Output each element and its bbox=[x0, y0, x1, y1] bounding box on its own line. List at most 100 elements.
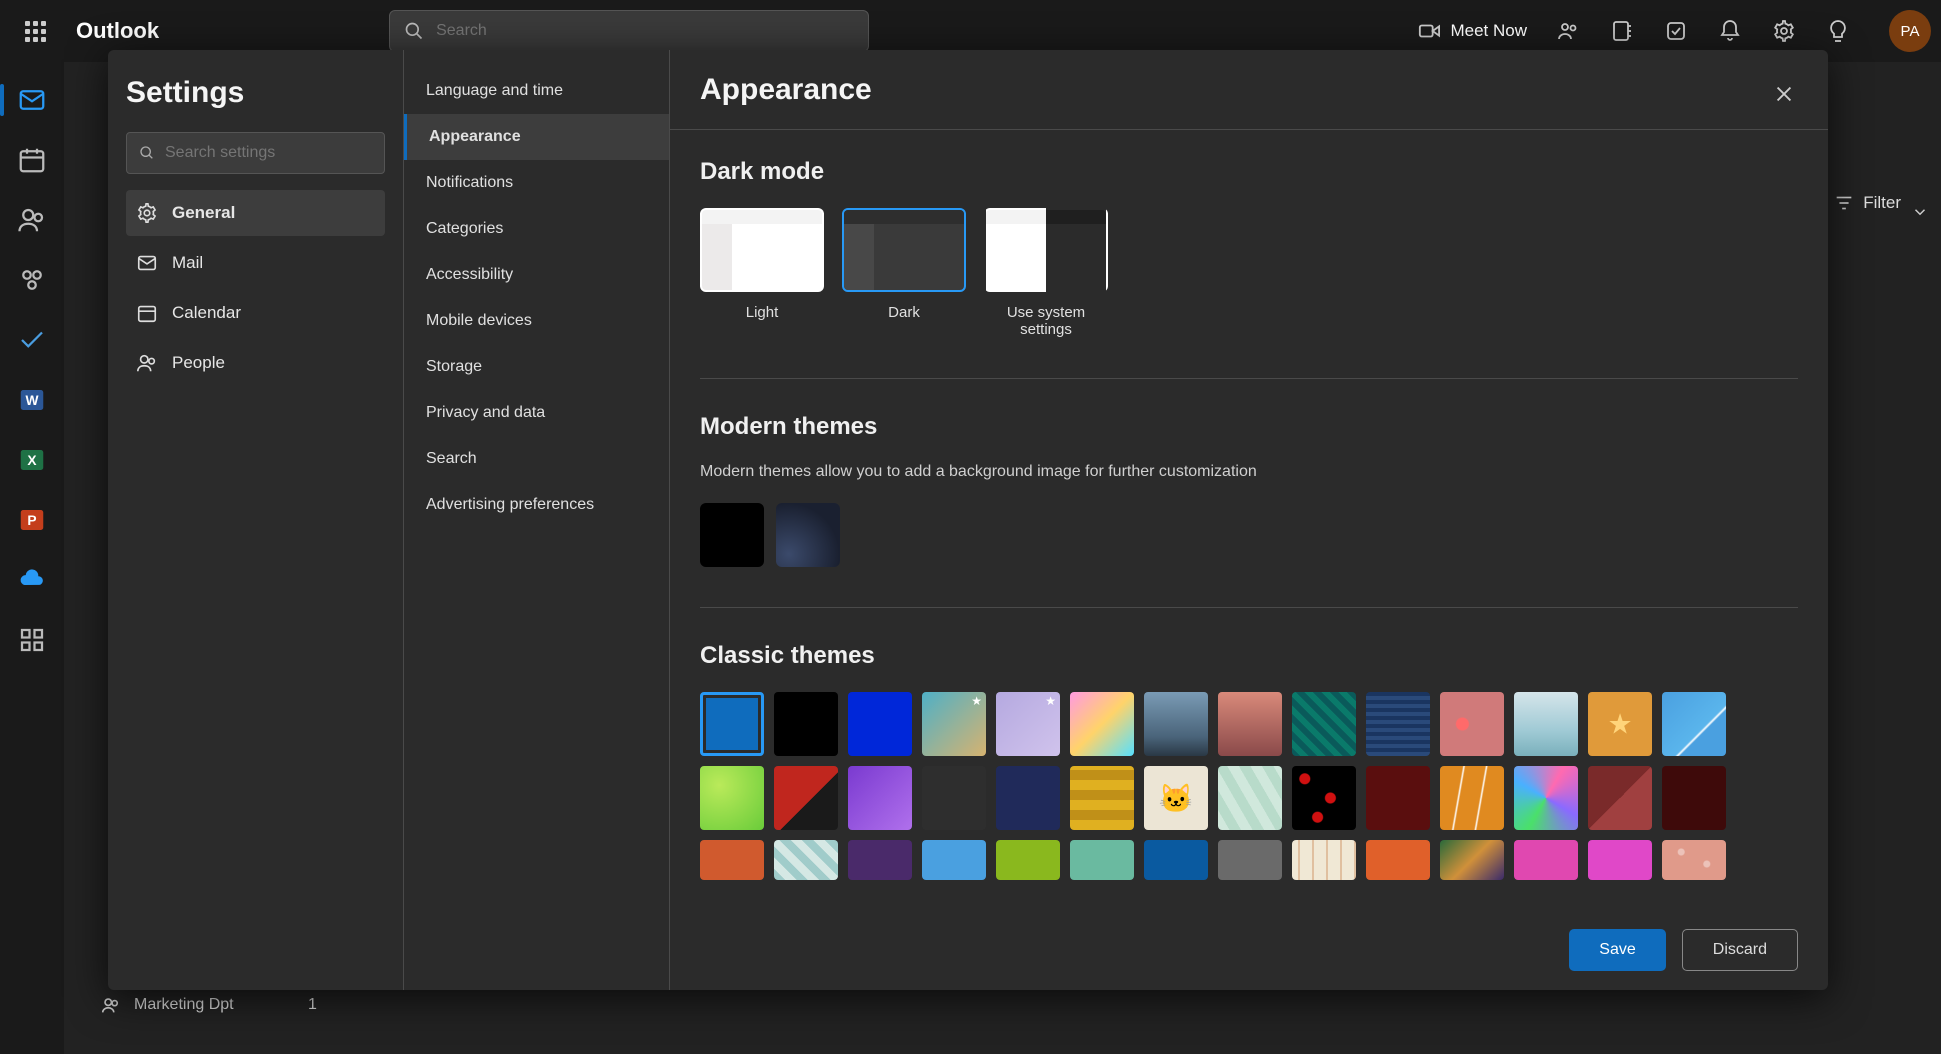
teams-icon[interactable] bbox=[1555, 18, 1581, 44]
classic-theme[interactable] bbox=[1588, 692, 1652, 756]
classic-theme[interactable] bbox=[774, 766, 838, 830]
classic-theme[interactable] bbox=[848, 766, 912, 830]
classic-theme[interactable] bbox=[1440, 692, 1504, 756]
global-search[interactable] bbox=[389, 10, 869, 52]
app-rail: W X P bbox=[0, 62, 64, 1054]
avatar[interactable]: PA bbox=[1889, 10, 1931, 52]
classic-theme[interactable] bbox=[996, 840, 1060, 880]
classic-theme[interactable] bbox=[996, 692, 1060, 756]
classic-theme[interactable] bbox=[1514, 692, 1578, 756]
classic-theme[interactable] bbox=[922, 840, 986, 880]
modern-theme-wave[interactable] bbox=[776, 503, 840, 567]
classic-theme[interactable] bbox=[1662, 766, 1726, 830]
settings-icon[interactable] bbox=[1771, 18, 1797, 44]
classic-theme[interactable] bbox=[1366, 840, 1430, 880]
rail-mail[interactable] bbox=[0, 70, 64, 130]
subnav-privacy-data[interactable]: Privacy and data bbox=[404, 390, 669, 436]
todo-icon[interactable] bbox=[1663, 18, 1689, 44]
settings-search-input[interactable] bbox=[165, 144, 372, 162]
classic-theme[interactable] bbox=[1218, 766, 1282, 830]
classic-theme[interactable] bbox=[922, 692, 986, 756]
classic-theme[interactable] bbox=[1292, 692, 1356, 756]
subnav-search[interactable]: Search bbox=[404, 436, 669, 482]
category-general[interactable]: General bbox=[126, 190, 385, 236]
mode-option-light[interactable]: Light bbox=[700, 208, 824, 338]
classic-theme[interactable] bbox=[774, 692, 838, 756]
category-mail[interactable]: Mail bbox=[126, 240, 385, 286]
discard-button[interactable]: Discard bbox=[1682, 929, 1798, 971]
search-input[interactable] bbox=[436, 22, 854, 40]
dark-mode-options: Light Dark Use system settings bbox=[700, 208, 1798, 338]
subnav-language-time[interactable]: Language and time bbox=[404, 68, 669, 114]
classic-theme[interactable] bbox=[1292, 766, 1356, 830]
classic-theme[interactable] bbox=[1514, 840, 1578, 880]
meet-now-button[interactable]: Meet Now bbox=[1418, 20, 1527, 42]
classic-theme[interactable] bbox=[1292, 840, 1356, 880]
classic-theme[interactable] bbox=[922, 766, 986, 830]
app-launcher-button[interactable] bbox=[10, 6, 60, 56]
rail-powerpoint[interactable]: P bbox=[0, 490, 64, 550]
rail-people[interactable] bbox=[0, 190, 64, 250]
notifications-icon[interactable] bbox=[1717, 18, 1743, 44]
mode-option-dark[interactable]: Dark bbox=[842, 208, 966, 338]
classic-theme[interactable] bbox=[1070, 840, 1134, 880]
settings-search[interactable] bbox=[126, 132, 385, 174]
save-button[interactable]: Save bbox=[1569, 929, 1665, 971]
classic-theme[interactable] bbox=[1366, 692, 1430, 756]
subnav-mobile-devices[interactable]: Mobile devices bbox=[404, 298, 669, 344]
rail-groups[interactable] bbox=[0, 250, 64, 310]
group-row[interactable]: Marketing Dpt 1 bbox=[100, 994, 234, 1016]
classic-theme[interactable] bbox=[848, 692, 912, 756]
category-people[interactable]: People bbox=[126, 340, 385, 386]
onenote-icon[interactable] bbox=[1609, 18, 1635, 44]
classic-theme[interactable] bbox=[1514, 766, 1578, 830]
rail-onedrive[interactable] bbox=[0, 550, 64, 610]
panel-header: Appearance bbox=[670, 50, 1828, 130]
subnav-storage[interactable]: Storage bbox=[404, 344, 669, 390]
classic-theme[interactable] bbox=[996, 766, 1060, 830]
mode-option-system[interactable]: Use system settings bbox=[984, 208, 1108, 338]
settings-dialog: Settings General Mail Calendar People bbox=[108, 50, 1828, 990]
classic-theme[interactable] bbox=[1440, 766, 1504, 830]
classic-theme[interactable] bbox=[1218, 692, 1282, 756]
classic-theme[interactable] bbox=[700, 840, 764, 880]
category-label: People bbox=[172, 353, 225, 373]
subnav-categories[interactable]: Categories bbox=[404, 206, 669, 252]
classic-theme[interactable] bbox=[700, 692, 764, 756]
tips-icon[interactable] bbox=[1825, 18, 1851, 44]
svg-text:W: W bbox=[26, 393, 39, 408]
classic-theme[interactable] bbox=[1440, 840, 1504, 880]
subnav-appearance[interactable]: Appearance bbox=[404, 114, 669, 160]
classic-theme[interactable] bbox=[1588, 840, 1652, 880]
svg-text:X: X bbox=[27, 453, 37, 468]
modern-theme-black[interactable] bbox=[700, 503, 764, 567]
classic-theme[interactable] bbox=[1588, 766, 1652, 830]
classic-theme[interactable] bbox=[1662, 692, 1726, 756]
classic-theme[interactable] bbox=[774, 840, 838, 880]
rail-calendar[interactable] bbox=[0, 130, 64, 190]
close-button[interactable] bbox=[1766, 76, 1802, 112]
expand-reading-pane[interactable] bbox=[1905, 197, 1935, 227]
subnav-advertising[interactable]: Advertising preferences bbox=[404, 482, 669, 528]
subnav-accessibility[interactable]: Accessibility bbox=[404, 252, 669, 298]
dark-preview bbox=[842, 208, 966, 292]
settings-subnav: Language and time Appearance Notificatio… bbox=[404, 50, 670, 990]
rail-todo[interactable] bbox=[0, 310, 64, 370]
classic-theme[interactable] bbox=[1070, 766, 1134, 830]
classic-theme[interactable] bbox=[1144, 692, 1208, 756]
rail-excel[interactable]: X bbox=[0, 430, 64, 490]
rail-more-apps[interactable] bbox=[0, 610, 64, 670]
classic-theme[interactable] bbox=[1218, 840, 1282, 880]
classic-theme[interactable] bbox=[1366, 766, 1430, 830]
filter-button[interactable]: Filter bbox=[1833, 192, 1901, 214]
classic-theme[interactable] bbox=[700, 766, 764, 830]
subnav-notifications[interactable]: Notifications bbox=[404, 160, 669, 206]
classic-theme[interactable] bbox=[1070, 692, 1134, 756]
classic-theme[interactable] bbox=[1144, 766, 1208, 830]
classic-theme[interactable] bbox=[1662, 840, 1726, 880]
panel-title: Appearance bbox=[700, 73, 872, 107]
rail-word[interactable]: W bbox=[0, 370, 64, 430]
classic-theme[interactable] bbox=[848, 840, 912, 880]
classic-theme[interactable] bbox=[1144, 840, 1208, 880]
category-calendar[interactable]: Calendar bbox=[126, 290, 385, 336]
